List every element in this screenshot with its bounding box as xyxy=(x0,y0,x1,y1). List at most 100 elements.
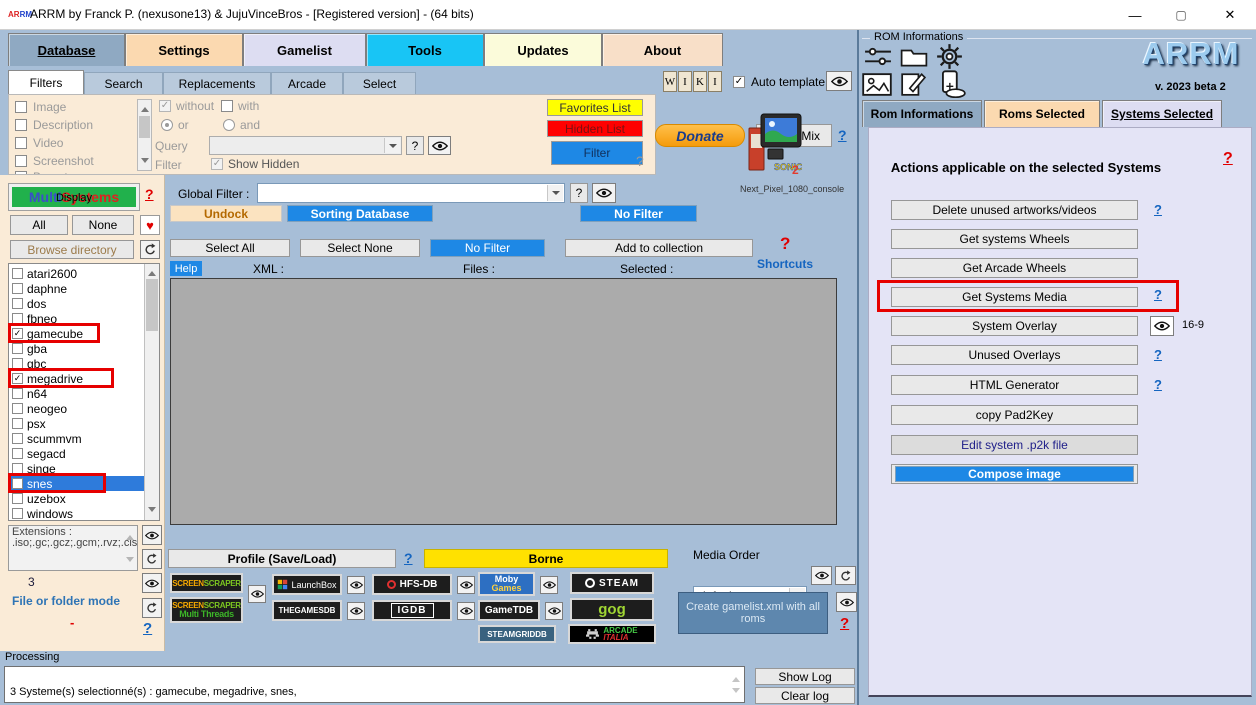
tab-database[interactable]: Database xyxy=(8,33,125,66)
html-generator-help[interactable]: ? xyxy=(1154,377,1162,392)
show-hidden-checkbox[interactable] xyxy=(211,158,223,170)
scroll-up-icon[interactable] xyxy=(732,673,740,682)
with-option[interactable]: with xyxy=(221,99,259,113)
systems-scrollbar[interactable] xyxy=(144,264,159,520)
image-checkbox[interactable] xyxy=(15,101,27,113)
shortcuts-help[interactable]: ? xyxy=(780,234,790,254)
get-systems-media-help[interactable]: ? xyxy=(1154,287,1162,302)
subtab-select[interactable]: Select xyxy=(343,72,416,94)
filter-image[interactable]: Image xyxy=(15,100,66,114)
filter-description[interactable]: Description xyxy=(15,118,93,132)
system-row-gba[interactable]: gba xyxy=(10,341,144,356)
edit-p2k-file-button[interactable]: Edit system .p2k file xyxy=(891,435,1138,455)
scroll-down-icon[interactable] xyxy=(141,158,149,167)
description-checkbox[interactable] xyxy=(15,119,27,131)
query-eye-button[interactable] xyxy=(428,136,451,155)
auto-template-option[interactable]: Auto template xyxy=(733,75,825,89)
sorting-database-button[interactable]: Sorting Database xyxy=(287,205,433,222)
show-log-button[interactable]: Show Log xyxy=(755,668,855,685)
filters-help[interactable]: ? xyxy=(636,153,644,169)
system-row-psx[interactable]: psx xyxy=(10,416,144,431)
hfsdb-button[interactable]: HFS-DB xyxy=(372,574,452,595)
select-all-systems-button[interactable]: All xyxy=(10,215,68,235)
system-row-daphne[interactable]: daphne xyxy=(10,281,144,296)
unused-overlays-button[interactable]: Unused Overlays xyxy=(891,345,1138,365)
panel-divider[interactable] xyxy=(857,30,859,705)
hfsdb-eye-button[interactable] xyxy=(457,576,475,594)
system-checkbox[interactable] xyxy=(12,418,23,429)
system-row-megadrive[interactable]: megadrive xyxy=(10,371,144,386)
system-checkbox[interactable] xyxy=(12,433,23,444)
pad2key-icon[interactable] xyxy=(936,70,966,98)
tab-about[interactable]: About xyxy=(602,33,723,66)
system-checkbox[interactable] xyxy=(12,478,23,489)
without-option[interactable]: without xyxy=(159,99,214,113)
igdb-button[interactable]: IGDB xyxy=(372,600,452,621)
borne-button[interactable]: Borne xyxy=(424,549,668,568)
no-filter-button[interactable]: No Filter xyxy=(430,239,545,257)
minimize-button[interactable]: — xyxy=(1112,0,1158,30)
select-none-button[interactable]: Select None xyxy=(300,239,420,257)
maximize-button[interactable]: ▢ xyxy=(1158,0,1204,30)
system-checkbox[interactable] xyxy=(12,373,23,384)
global-filter-combobox[interactable] xyxy=(257,183,565,203)
global-filter-eye-button[interactable] xyxy=(592,183,616,203)
thegamesdb-eye-button[interactable] xyxy=(347,602,365,620)
multisystems-button[interactable]: MultiSystems Display xyxy=(8,183,140,211)
rom-list-canvas[interactable] xyxy=(170,278,837,525)
launchbox-eye-button[interactable] xyxy=(347,576,365,594)
profile-save-load-button[interactable]: Profile (Save/Load) xyxy=(168,549,396,568)
donate-button[interactable]: Donate xyxy=(655,124,745,147)
get-systems-wheels-button[interactable]: Get systems Wheels xyxy=(891,229,1138,249)
auto-template-eye-button[interactable] xyxy=(826,71,852,91)
extensions-eye-button[interactable] xyxy=(142,525,162,545)
tab-rom-informations[interactable]: Rom Informations xyxy=(862,100,982,127)
edit-pencil-icon[interactable] xyxy=(900,71,926,97)
global-filter-help-button[interactable]: ? xyxy=(570,183,588,203)
select-no-systems-button[interactable]: None xyxy=(72,215,134,235)
delete-unused-artworks-button[interactable]: Delete unused artworks/videos xyxy=(891,200,1138,220)
with-checkbox[interactable] xyxy=(221,100,233,112)
image-icon[interactable] xyxy=(862,73,892,96)
system-checkbox[interactable] xyxy=(12,358,23,369)
create-gamelist-eye-button[interactable] xyxy=(836,592,857,612)
gametdb-button[interactable]: GameTDB xyxy=(478,600,540,621)
scrollbar-thumb[interactable] xyxy=(146,279,158,331)
screenscraper-multithreads-button[interactable]: SCREENSCRAPER Multi Threads xyxy=(170,597,243,623)
log-box[interactable]: 3 Systeme(s) selectionné(s) : gamecube, … xyxy=(4,666,745,703)
or-radio[interactable] xyxy=(161,119,173,131)
copy-pad2key-button[interactable]: copy Pad2Key xyxy=(891,405,1138,425)
screenscraper-button[interactable]: SCREENSCRAPER xyxy=(170,573,243,593)
tab-settings[interactable]: Settings xyxy=(125,33,243,66)
filter-screenshot[interactable]: Screenshot xyxy=(15,154,94,168)
and-radio[interactable] xyxy=(223,119,235,131)
clear-log-button[interactable]: Clear log xyxy=(755,687,855,704)
screenshot-checkbox[interactable] xyxy=(15,155,27,167)
system-overlay-eye-button[interactable] xyxy=(1150,316,1174,336)
actions-help[interactable]: ? xyxy=(1223,150,1233,168)
system-row-scummvm[interactable]: scummvm xyxy=(10,431,144,446)
media-order-refresh-button[interactable] xyxy=(835,566,856,585)
system-row-singe[interactable]: singe xyxy=(10,461,144,476)
close-button[interactable]: ✕ xyxy=(1204,0,1256,30)
system-checkbox[interactable] xyxy=(12,493,23,504)
system-row-atari2600[interactable]: atari2600 xyxy=(10,266,144,281)
undock-button[interactable]: Undock xyxy=(170,205,282,222)
scroll-up-icon[interactable] xyxy=(148,267,156,276)
thegamesdb-button[interactable]: THEGAMESDB xyxy=(272,600,342,621)
auto-template-checkbox[interactable] xyxy=(733,76,745,88)
mobygames-button[interactable]: MobyGames xyxy=(478,572,535,596)
system-overlay-button[interactable]: System Overlay xyxy=(891,316,1138,336)
tab-systems-selected[interactable]: Systems Selected xyxy=(1102,100,1222,127)
system-row-windows[interactable]: windows xyxy=(10,506,144,521)
scrollbar-thumb[interactable] xyxy=(139,116,150,138)
video-checkbox[interactable] xyxy=(15,137,27,149)
media-order-eye-button[interactable] xyxy=(811,566,832,585)
scroll-down-icon[interactable] xyxy=(732,688,740,697)
system-row-fbneo[interactable]: fbneo xyxy=(10,311,144,326)
show-hidden-option[interactable]: Show Hidden xyxy=(211,157,299,171)
tab-updates[interactable]: Updates xyxy=(484,33,602,66)
subtab-replacements[interactable]: Replacements xyxy=(163,72,271,94)
subtab-arcade[interactable]: Arcade xyxy=(271,72,343,94)
or-option[interactable]: or xyxy=(161,118,189,132)
